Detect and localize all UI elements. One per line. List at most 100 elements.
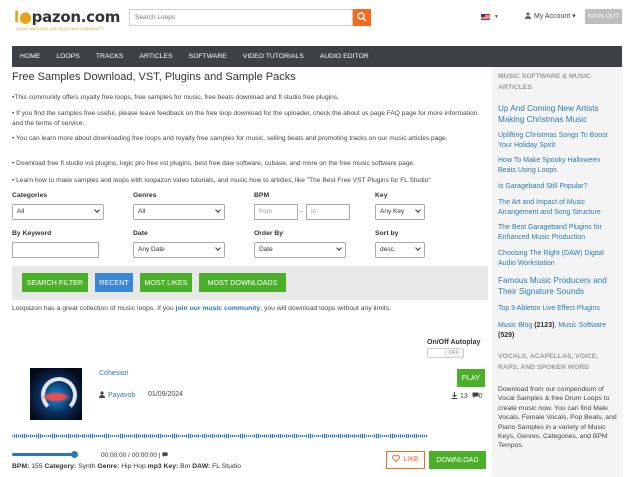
track-user[interactable]: Payavob xyxy=(99,391,135,399)
sidebar-article-link[interactable]: Uplifting Christmas Songs To Boost Your … xyxy=(498,131,620,150)
waveform-bar xyxy=(148,434,150,438)
waveform-bar xyxy=(222,434,224,438)
waveform-bar xyxy=(28,434,30,438)
nav-item-audio-editor[interactable]: AUDIO EDITOR xyxy=(320,53,369,60)
search-filter-button[interactable]: SEARCH FILTER xyxy=(22,273,88,292)
waveform[interactable] xyxy=(12,432,428,440)
waveform-bar xyxy=(360,434,362,438)
waveform-bar xyxy=(184,435,186,437)
waveform-bar xyxy=(162,434,164,438)
intro-paragraph: •This community offers royalty free loop… xyxy=(12,94,339,101)
waveform-bar xyxy=(36,434,38,438)
progress-bar[interactable] xyxy=(12,453,76,456)
waveform-bar xyxy=(404,434,406,438)
autoplay-toggle[interactable]: OFF xyxy=(427,348,464,358)
language-flag-icon[interactable] xyxy=(481,14,490,20)
waveform-bar xyxy=(120,433,122,439)
waveform-bar xyxy=(44,435,46,437)
like-button[interactable]: LIKE xyxy=(386,451,425,469)
search-input[interactable] xyxy=(129,9,353,26)
bpm-from-input[interactable]: from xyxy=(254,204,298,220)
comment-icon xyxy=(472,392,479,398)
waveform-bar xyxy=(90,433,92,439)
track-meta: BPM: 155 Category: Synth Genre: Hip Hop … xyxy=(12,463,241,470)
sidebar-article-link[interactable]: The Best Garageband Plugins for Enhanced… xyxy=(498,223,620,242)
sidebar-heading-software: MUSIC SOFTWARE & MUSIC ARTICLES xyxy=(498,73,591,91)
nav-item-home[interactable]: HOME xyxy=(20,53,40,60)
page-title: Free Samples Download, VST, Plugins and … xyxy=(12,71,296,83)
sidebar-article-link[interactable]: Top 9 Ableton Live Effect Plugins xyxy=(498,304,620,314)
waveform-bar xyxy=(50,434,52,438)
track-artwork[interactable] xyxy=(30,368,82,420)
music-software-link[interactable]: Music Software xyxy=(558,322,606,329)
sidebar-article-link[interactable]: How To Make Spooky Halloween Beats Using… xyxy=(498,156,620,175)
recent-button[interactable]: RECENT xyxy=(95,273,133,292)
bpm-to-input[interactable]: to xyxy=(306,204,350,220)
nav-item-software[interactable]: SOFTWARE xyxy=(189,53,227,60)
date-label: Date xyxy=(133,230,148,237)
nav-item-tracks[interactable]: TRACKS xyxy=(96,53,124,60)
waveform-bar xyxy=(174,433,176,439)
progress-handle[interactable] xyxy=(71,451,78,458)
sidebar: MUSIC SOFTWARE & MUSIC ARTICLES Up And C… xyxy=(492,67,623,477)
waveform-bar xyxy=(400,434,402,438)
waveform-bar xyxy=(232,434,234,438)
date-select[interactable]: Any Date xyxy=(133,242,225,258)
most-downloads-button[interactable]: MOST DOWNLOADS xyxy=(199,273,286,292)
waveform-bar xyxy=(254,434,256,438)
sort-by-select[interactable]: desc. xyxy=(375,242,425,258)
waveform-bar xyxy=(408,434,410,438)
sidebar-article-link[interactable]: Famous Music Producers and Their Signatu… xyxy=(498,275,620,297)
site-logo[interactable]: l●pazon.com AUDIO MATERIAL AND MUSICIAN … xyxy=(14,8,120,34)
order-by-select[interactable]: Date xyxy=(254,242,346,258)
nav-item-video-tutorials[interactable]: VIDEO TUTORIALS xyxy=(243,53,304,60)
sign-out-button[interactable]: SIGN OUT xyxy=(585,9,622,24)
key-select[interactable]: Any Key xyxy=(375,204,425,220)
waveform-bar xyxy=(202,434,204,438)
nav-item-articles[interactable]: ARTICLES xyxy=(139,53,172,60)
my-account-menu[interactable]: My Account ▾ xyxy=(525,12,576,20)
waveform-bar xyxy=(274,434,276,438)
search-button[interactable] xyxy=(353,9,371,26)
play-button[interactable]: PLAY xyxy=(457,369,485,387)
sidebar-article-link[interactable]: Up And Coming New Artists Making Christm… xyxy=(498,103,620,125)
download-button[interactable]: DOWNLOAD xyxy=(429,451,486,469)
chevron-down-icon[interactable]: ▼ xyxy=(494,14,499,20)
nav-item-loops[interactable]: LOOPS xyxy=(56,53,79,60)
waveform-bar xyxy=(84,434,86,438)
waveform-bar xyxy=(86,434,88,438)
waveform-bar xyxy=(302,434,304,438)
waveform-bar xyxy=(368,434,370,438)
waveform-bar xyxy=(180,435,182,437)
waveform-bar xyxy=(38,433,40,439)
waveform-bar xyxy=(310,433,312,439)
waveform-bar xyxy=(420,434,422,438)
categories-select[interactable]: All xyxy=(12,204,104,220)
waveform-bar xyxy=(210,434,212,438)
account-caret-icon: ▾ xyxy=(572,13,576,20)
join-community-link[interactable]: join our music community xyxy=(176,305,261,312)
waveform-bar xyxy=(24,433,26,439)
keyword-input[interactable] xyxy=(12,242,99,258)
sidebar-article-link[interactable]: Is Garageband Still Popular? xyxy=(498,182,620,192)
most-likes-button[interactable]: MOST LIKES xyxy=(140,273,192,292)
sidebar-article-link[interactable]: Choosing The Right (DAW) Digital Audio W… xyxy=(498,249,620,268)
playback-time: 00:00:00 / 00:00:00 | xyxy=(101,452,168,459)
track-title-link[interactable]: Cohesion xyxy=(99,370,129,377)
top-header: l●pazon.com AUDIO MATERIAL AND MUSICIAN … xyxy=(0,0,634,40)
waveform-bar xyxy=(94,434,96,438)
sidebar-article-link[interactable]: The Art and Impact of Music Arrangement … xyxy=(498,198,620,217)
genres-select[interactable]: All xyxy=(133,204,225,220)
waveform-bar xyxy=(206,434,208,438)
sort-by-label: Sort by xyxy=(375,230,399,237)
waveform-bar xyxy=(268,435,270,437)
waveform-bar xyxy=(288,434,290,438)
waveform-bar xyxy=(348,433,350,439)
waveform-bar xyxy=(200,435,202,437)
waveform-bar xyxy=(118,434,120,438)
waveform-bar xyxy=(296,434,298,438)
music-blog-link[interactable]: Music Blog xyxy=(498,322,532,329)
waveform-bar xyxy=(186,434,188,438)
waveform-bar xyxy=(190,433,192,439)
key-value: Any Key xyxy=(380,208,405,215)
